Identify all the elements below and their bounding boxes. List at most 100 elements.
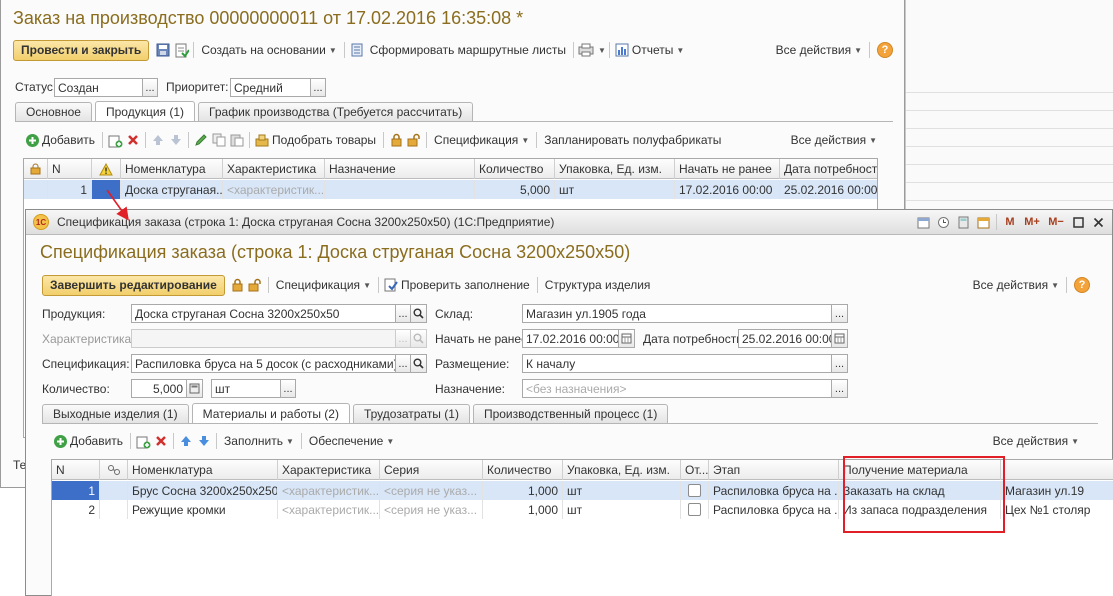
tab-production-process[interactable]: Производственный процесс (1) — [472, 404, 669, 423]
col-unit[interactable]: Упаковка, Ед. изм. — [555, 159, 675, 179]
specification-field[interactable]: Распиловка бруса на 5 досок (с расходник… — [131, 354, 396, 373]
memory-button[interactable]: M — [1000, 213, 1020, 231]
col-series[interactable]: Серия — [380, 460, 483, 480]
col-start[interactable]: Начать не ранее — [675, 159, 780, 179]
plan-semifinished-button[interactable]: Запланировать полуфабрикаты — [540, 130, 725, 150]
spec-specification-menu[interactable]: Спецификация ▼ — [272, 275, 375, 295]
table-row[interactable]: 1 Доска струганая... <характеристик... 5… — [24, 180, 877, 199]
check-filling-button[interactable]: Проверить заполнение — [400, 275, 534, 295]
tab-output-products[interactable]: Выходные изделия (1) — [42, 404, 189, 423]
memory-plus-button[interactable]: M+ — [1020, 213, 1044, 231]
purpose-select-button[interactable]: ... — [831, 379, 848, 398]
purpose-field[interactable]: <без назначения> — [522, 379, 832, 398]
placement-select-button[interactable]: ... — [831, 354, 848, 373]
copy-add-icon[interactable] — [134, 432, 152, 450]
finish-editing-button[interactable]: Завершить редактирование — [42, 274, 225, 296]
lock-icon[interactable] — [229, 276, 247, 294]
row-checkbox[interactable] — [688, 503, 701, 516]
spec-help-icon[interactable]: ? — [1074, 277, 1090, 293]
copy-add-icon[interactable] — [106, 131, 124, 149]
status-field[interactable]: Создан — [54, 78, 143, 97]
products-all-actions-menu[interactable]: Все действия ▼ — [787, 130, 881, 150]
specification-search-icon[interactable] — [410, 354, 427, 373]
edit-icon[interactable] — [192, 131, 210, 149]
unlock-icon[interactable] — [405, 131, 423, 149]
create-based-on-menu[interactable]: Создать на основании ▼ — [197, 40, 340, 60]
unit-select-button[interactable]: ... — [280, 379, 296, 398]
col-extra[interactable] — [1001, 460, 1113, 480]
tab-labor[interactable]: Трудозатраты (1) — [352, 404, 470, 423]
print-caret-icon[interactable]: ▼ — [598, 46, 606, 55]
save-icon[interactable] — [154, 41, 172, 59]
col-stage[interactable]: Этап — [709, 460, 839, 480]
materials-all-actions-menu[interactable]: Все действия ▼ — [989, 431, 1083, 451]
col-quantity[interactable]: Количество — [483, 460, 563, 480]
add-icon[interactable] — [23, 131, 41, 149]
tab-materials-and-works[interactable]: Материалы и работы (2) — [191, 403, 350, 423]
tab-production-schedule[interactable]: График производства (Требуется рассчитат… — [198, 102, 474, 121]
tab-main[interactable]: Основное — [15, 102, 92, 121]
specification-select-button[interactable]: ... — [395, 354, 411, 373]
product-structure-button[interactable]: Структура изделия — [541, 275, 655, 295]
tab-products[interactable]: Продукция (1) — [94, 101, 196, 121]
maximize-icon[interactable] — [1068, 213, 1088, 231]
calculator-icon[interactable] — [953, 213, 973, 231]
current-cell[interactable] — [92, 180, 121, 199]
print-icon[interactable] — [577, 41, 595, 59]
pick-goods-button[interactable]: Подобрать товары — [271, 130, 380, 150]
fill-menu[interactable]: Заполнить ▼ — [220, 431, 298, 451]
materials-add-button[interactable]: Добавить — [69, 431, 127, 451]
priority-field[interactable]: Средний — [230, 78, 311, 97]
pick-goods-icon[interactable] — [253, 131, 271, 149]
unit-field[interactable]: шт — [211, 379, 281, 398]
delete-icon[interactable] — [152, 432, 170, 450]
add-button[interactable]: Добавить — [41, 130, 99, 150]
need-date-calendar-icon[interactable] — [831, 329, 848, 348]
specification-menu[interactable]: Спецификация ▼ — [430, 130, 533, 150]
post-document-icon[interactable] — [172, 41, 190, 59]
col-purpose[interactable]: Назначение — [325, 159, 475, 179]
product-select-button[interactable]: ... — [395, 304, 411, 323]
warehouse-select-button-2[interactable]: ... — [831, 304, 848, 323]
col-material-receipt[interactable]: Получение материала — [839, 460, 1001, 480]
provision-menu[interactable]: Обеспечение ▼ — [305, 431, 398, 451]
status-select-button[interactable]: ... — [142, 78, 158, 97]
post-and-close-button[interactable]: Провести и закрыть — [13, 39, 150, 61]
form-route-sheets-button[interactable]: Сформировать маршрутные листы — [366, 40, 570, 60]
window-icon[interactable] — [913, 213, 933, 231]
col-n[interactable]: N — [52, 460, 100, 480]
close-icon[interactable] — [1088, 213, 1108, 231]
copy-icon[interactable] — [210, 131, 228, 149]
help-icon[interactable]: ? — [877, 42, 893, 58]
spec-all-actions-menu[interactable]: Все действия ▼ — [969, 275, 1063, 295]
start-calendar-icon[interactable] — [618, 329, 635, 348]
move-down-icon[interactable] — [167, 131, 185, 149]
col-unit[interactable]: Упаковка, Ед. изм. — [563, 460, 681, 480]
unlock-icon[interactable] — [247, 276, 265, 294]
start-date-field[interactable]: 17.02.2016 00:00 — [522, 329, 619, 348]
move-up-icon[interactable] — [149, 131, 167, 149]
warehouse-field[interactable]: Магазин ул.1905 года — [522, 304, 832, 323]
product-field[interactable]: Доска струганая Сосна 3200x250x50 — [131, 304, 396, 323]
add-icon[interactable] — [51, 432, 69, 450]
calendar-icon[interactable] — [973, 213, 993, 231]
need-date-field[interactable]: 25.02.2016 00:00 — [738, 329, 832, 348]
quantity-field[interactable]: 5,000 — [131, 379, 187, 398]
col-nomenclature[interactable]: Номенклатура — [121, 159, 223, 179]
col-characteristic[interactable]: Характеристика — [223, 159, 325, 179]
priority-select-button[interactable]: ... — [310, 78, 326, 97]
history-icon[interactable] — [933, 213, 953, 231]
list-icon[interactable] — [348, 41, 366, 59]
check-filling-icon[interactable] — [382, 276, 400, 294]
delete-icon[interactable] — [124, 131, 142, 149]
col-from[interactable]: От... — [681, 460, 709, 480]
col-characteristic[interactable]: Характеристика — [278, 460, 380, 480]
lock-icon[interactable] — [387, 131, 405, 149]
table-row[interactable]: 1 Брус Сосна 3200x250x250 <характеристик… — [52, 481, 1113, 500]
col-n[interactable]: N — [48, 159, 92, 179]
product-search-icon[interactable] — [410, 304, 427, 323]
paste-icon[interactable] — [228, 131, 246, 149]
col-nomenclature[interactable]: Номенклатура — [128, 460, 278, 480]
memory-minus-button[interactable]: M− — [1044, 213, 1068, 231]
all-actions-menu[interactable]: Все действия ▼ — [772, 40, 866, 60]
